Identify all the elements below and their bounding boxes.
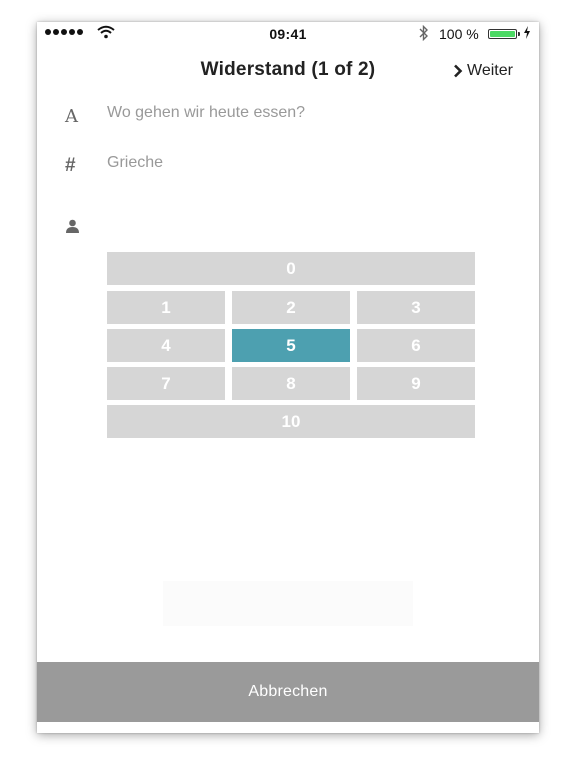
status-bar: 09:41 100 % (37, 22, 539, 44)
keypad-key-8[interactable]: 8 (232, 367, 350, 400)
faded-overlay (163, 581, 413, 626)
keypad-key-3[interactable]: 3 (357, 291, 475, 324)
battery-percentage: 100 % (439, 26, 479, 42)
keypad-key-2[interactable]: 2 (232, 291, 350, 324)
text-format-icon: A (65, 106, 78, 127)
keypad-key-10[interactable]: 10 (107, 405, 475, 438)
keypad-key-9[interactable]: 9 (357, 367, 475, 400)
question-text[interactable]: Wo gehen wir heute essen? (107, 104, 305, 122)
battery-fill (490, 31, 515, 37)
bluetooth-icon (419, 25, 428, 41)
keypad-key-6[interactable]: 6 (357, 329, 475, 362)
person-icon (66, 219, 79, 233)
keypad-key-4[interactable]: 4 (107, 329, 225, 362)
option-text[interactable]: Grieche (107, 154, 163, 172)
cancel-button[interactable]: Abbrechen (37, 662, 539, 722)
keypad-key-5[interactable]: 5 (232, 329, 350, 362)
cancel-button-label: Abbrechen (248, 683, 328, 700)
keypad-key-1[interactable]: 1 (107, 291, 225, 324)
chevron-right-icon (454, 64, 463, 78)
charging-icon (524, 26, 530, 39)
next-button-label: Weiter (467, 62, 513, 79)
keypad-key-7[interactable]: 7 (107, 367, 225, 400)
battery-icon (488, 29, 520, 39)
hash-icon: # (65, 155, 76, 176)
phone-screen: 09:41 100 % Widerstand (1 of 2) Weiter A… (37, 22, 539, 733)
next-button[interactable]: Weiter (453, 62, 513, 80)
keypad-key-0[interactable]: 0 (107, 252, 475, 285)
